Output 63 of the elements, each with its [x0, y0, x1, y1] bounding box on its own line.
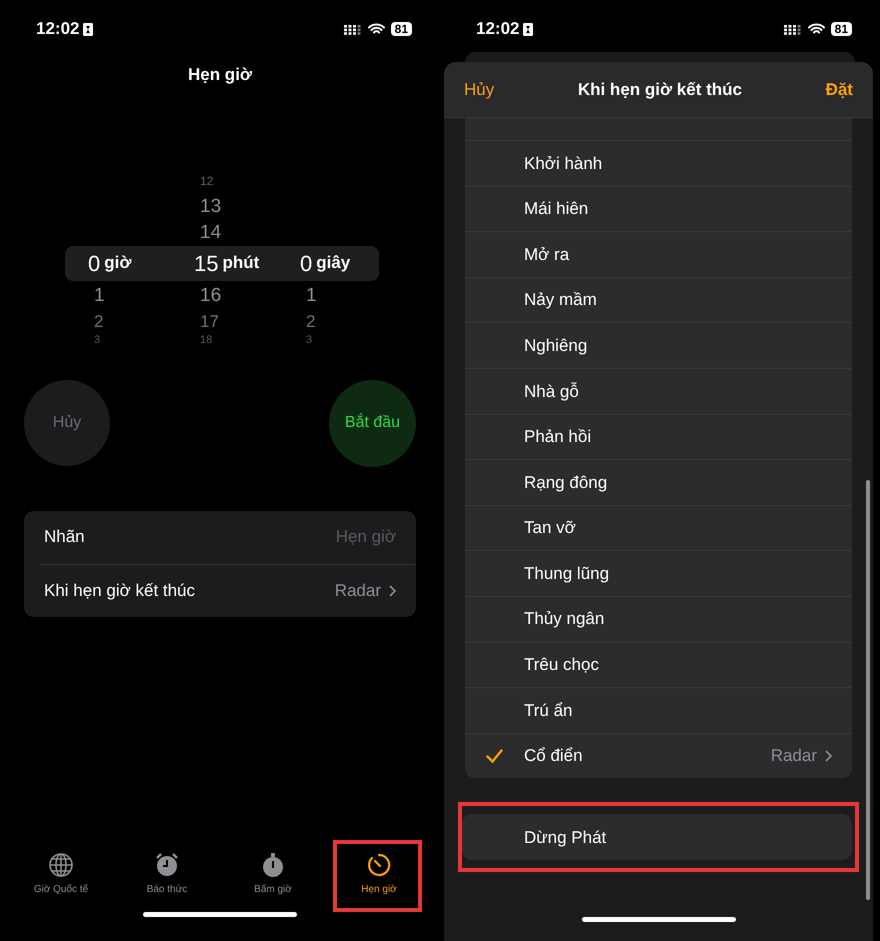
chevron-icon — [825, 750, 832, 762]
checkmark-icon — [486, 749, 503, 764]
sound-option[interactable]: Nhà gỗ — [465, 368, 852, 414]
set-link[interactable]: Đặt — [826, 76, 853, 102]
sound-option[interactable]: Nghiêng — [465, 322, 852, 368]
tab-button[interactable]: Giờ Quốc tế — [34, 852, 88, 906]
globe-icon — [48, 852, 74, 878]
picker-number: 18 — [200, 332, 212, 346]
picker-number: 14 — [200, 220, 222, 244]
picker-value[interactable]: 0 — [88, 246, 100, 280]
chevron-icon — [389, 584, 396, 596]
stop-playing-option[interactable]: Dừng Phát — [462, 814, 852, 860]
setting-value[interactable]: Radar — [334, 578, 381, 604]
setting-label: Khi hẹn giờ kết thúc — [43, 580, 196, 602]
label-field[interactable]: Hẹn giờ — [236, 524, 396, 550]
picker-number: 1 — [94, 284, 105, 308]
status-time: 12:02 — [36, 18, 80, 40]
sound-option[interactable]: Mở ra — [465, 231, 852, 277]
sound-option[interactable]: Tan vỡ — [465, 504, 852, 550]
battery-level: 81 — [830, 22, 852, 36]
sound-option[interactable]: Khởi hành — [465, 140, 852, 186]
timer-icon — [366, 852, 392, 878]
start-button[interactable]: Bắt đầu — [329, 380, 416, 466]
picker-number: 3 — [94, 332, 100, 346]
picker-value[interactable]: 0 — [300, 246, 312, 280]
status-time: 12:02 — [476, 18, 520, 40]
sheet-title: Khi hẹn giờ kết thúc — [578, 78, 742, 101]
picker-unit: giây — [316, 252, 350, 274]
picker-number: 12 — [200, 172, 214, 190]
alarm-clock-icon — [154, 852, 180, 878]
picker-unit: giờ — [104, 252, 132, 274]
hourglass-icon — [83, 22, 94, 36]
battery-level: 81 — [390, 22, 412, 36]
signal-icon — [344, 23, 362, 35]
sound-option[interactable]: Rạng đông — [465, 459, 852, 505]
sound-option[interactable]: Thủy ngân — [465, 596, 852, 642]
cancel-link[interactable]: Hủy — [464, 76, 494, 102]
picker-number: 13 — [200, 194, 222, 218]
sound-option[interactable]: Cổ điển Radar — [465, 732, 852, 778]
picker-number: 2 — [94, 310, 104, 332]
stopwatch-icon — [260, 852, 286, 878]
picker-number: 17 — [200, 310, 219, 332]
picker-number: 2 — [306, 310, 316, 332]
picker-number: 3 — [306, 332, 312, 346]
picker-number: 1 — [306, 284, 317, 308]
screen-title: Hẹn giờ — [186, 64, 254, 86]
sound-option[interactable]: Nảy mầm — [465, 276, 852, 322]
sound-option[interactable]: Thung lũng — [465, 550, 852, 596]
sound-option[interactable]: Trêu chọc — [465, 642, 852, 688]
wifi-icon — [368, 23, 385, 35]
tab-button[interactable]: Hẹn giờ — [361, 852, 397, 906]
hourglass-icon — [523, 22, 534, 36]
tab-button[interactable]: Báo thức — [146, 852, 188, 906]
tab-button[interactable]: Bấm giờ — [254, 852, 292, 906]
picker-unit: phút — [222, 252, 260, 274]
setting-label: Nhãn — [43, 526, 85, 548]
signal-icon — [784, 23, 802, 35]
sound-option[interactable]: Mái hiên — [465, 186, 852, 232]
sound-option[interactable]: Trú ẩn — [465, 687, 852, 733]
picker-number: 16 — [200, 284, 222, 308]
wifi-icon — [808, 23, 825, 35]
picker-value[interactable]: 15 — [194, 246, 218, 280]
sound-option[interactable]: Phản hồi — [465, 414, 852, 460]
